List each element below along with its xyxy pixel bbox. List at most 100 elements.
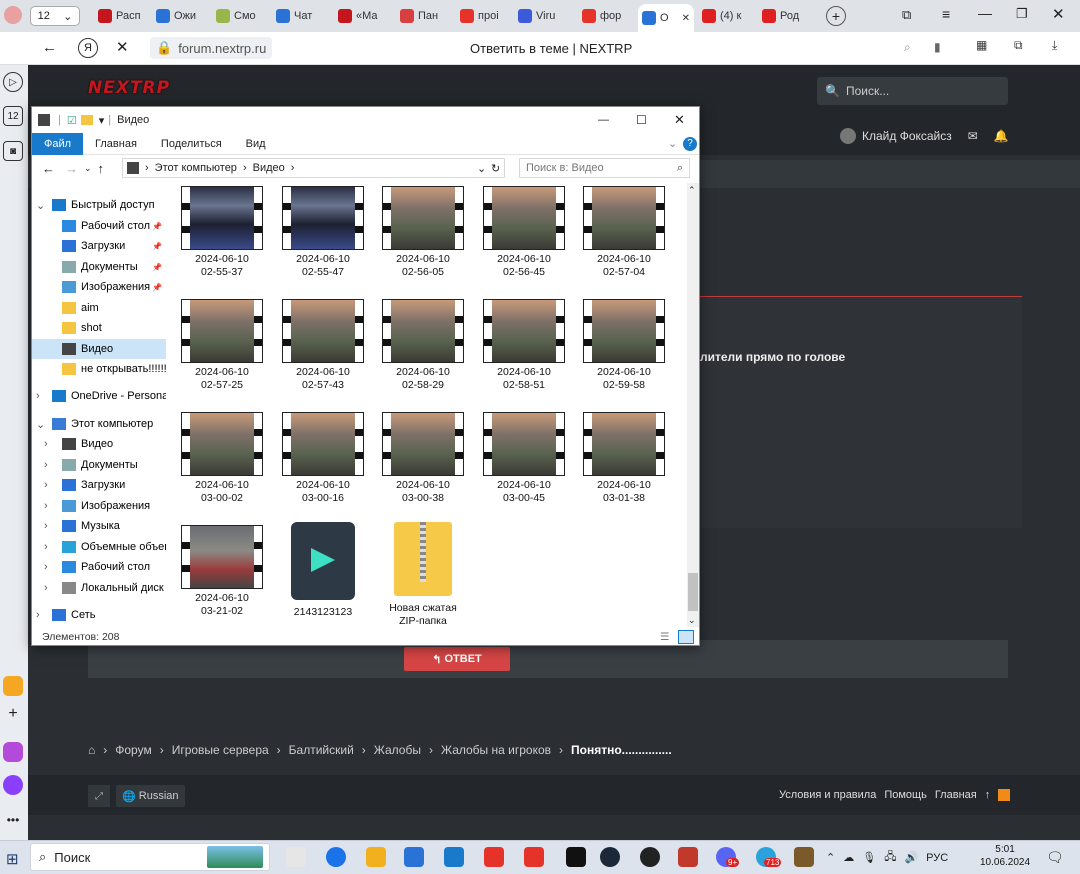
browser-tab[interactable]: Ожи	[152, 4, 204, 28]
steam-icon[interactable]	[600, 847, 620, 867]
camera-icon[interactable]: ◙	[3, 141, 23, 161]
ribbon-tab[interactable]: Вид	[234, 133, 278, 155]
mail-icon[interactable]: ✉	[968, 129, 978, 143]
more-icon[interactable]: •••	[3, 810, 23, 830]
chevron-right-icon[interactable]: ›	[44, 438, 48, 450]
obs-icon[interactable]	[640, 847, 660, 867]
yandex-icon[interactable]	[524, 847, 544, 867]
help-icon[interactable]: ?	[683, 136, 697, 151]
browser-tab[interactable]: Расп	[94, 4, 146, 28]
alice-icon[interactable]	[3, 775, 23, 795]
minimize-button[interactable]: —	[978, 5, 992, 21]
chevron-right-icon[interactable]: ›	[44, 500, 48, 512]
explorer-search-input[interactable]: Поиск в: Видео ⌕	[519, 158, 690, 178]
scroll-down-icon[interactable]: ⌄	[688, 615, 696, 626]
scroll-up-icon[interactable]: ⌃	[688, 185, 696, 196]
chevron-right-icon[interactable]: ›	[36, 390, 40, 402]
video-file[interactable]: 2024-06-10 02-56-05	[373, 186, 473, 279]
nav-item[interactable]: Изображения 📌	[32, 277, 166, 297]
download-icon[interactable]: ⤓	[1052, 38, 1057, 53]
bell-icon[interactable]: 🔔	[994, 129, 1009, 143]
chevron-down-icon[interactable]: ⌄	[36, 418, 45, 431]
nav-item[interactable]: Документы 📌	[32, 257, 166, 277]
language-indicator[interactable]: РУС	[926, 852, 948, 864]
tabs-counter-icon[interactable]: 12	[3, 106, 23, 126]
browser-tab[interactable]: фор	[578, 4, 630, 28]
chevron-right-icon[interactable]: ›	[44, 582, 48, 594]
nav-item[interactable]: › Объемные объекты	[32, 537, 166, 557]
home-icon[interactable]: ⌂	[88, 743, 95, 757]
collections-icon[interactable]: ⧉	[902, 7, 911, 23]
refresh-icon[interactable]: ↻	[491, 162, 500, 175]
chevron-down-icon[interactable]: ⌄	[36, 199, 45, 212]
nav-item[interactable]: › Изображения	[32, 496, 166, 516]
url-field[interactable]: 🔒 forum.nextrp.ru	[150, 37, 273, 59]
chevron-right-icon[interactable]: ›	[44, 459, 48, 471]
scroll-thumb[interactable]	[688, 573, 698, 611]
notifications-icon[interactable]: 🗨	[1046, 849, 1064, 866]
ribbon-tab[interactable]: Файл	[32, 132, 84, 155]
address-path[interactable]: › Этот компьютер › Видео › ⌄ ↻	[122, 158, 505, 178]
app-icon[interactable]	[566, 847, 586, 867]
cloud-icon[interactable]: ☁	[843, 851, 854, 864]
video-file[interactable]: 2024-06-10 02-55-47	[273, 186, 373, 279]
nav-item[interactable]: ⌄ Быстрый доступ	[32, 195, 166, 215]
view-icon[interactable]	[286, 847, 306, 867]
chevron-right-icon[interactable]: ›	[44, 541, 48, 553]
taskbar-search[interactable]: ⌕ Поиск	[30, 843, 270, 871]
network-icon[interactable]: 🖧	[884, 848, 896, 867]
up-arrow-icon[interactable]: ↑	[98, 161, 105, 176]
add-icon[interactable]: +	[3, 704, 23, 724]
stop-icon[interactable]: ✕	[116, 38, 129, 56]
mail-app-icon[interactable]	[3, 676, 23, 696]
browser-tab[interactable]: Род	[758, 4, 810, 28]
breadcrumb-item[interactable]: Балтийский	[289, 743, 354, 757]
breadcrumb-item[interactable]: Форум	[115, 743, 151, 757]
project-file[interactable]: 2143123123	[273, 522, 373, 619]
site-logo[interactable]: NEXTRP	[88, 78, 170, 98]
vertical-scrollbar[interactable]: ⌃ ⌄	[687, 183, 699, 627]
video-app-icon[interactable]	[678, 847, 698, 867]
nav-item[interactable]: › Видео	[32, 434, 166, 454]
breadcrumb-item[interactable]: Понятно...............	[571, 743, 672, 757]
restore-button[interactable]: ❐	[1016, 6, 1028, 22]
browser-tab[interactable]: Чат	[272, 4, 324, 28]
nav-item[interactable]: Рабочий стол 📌	[32, 216, 166, 236]
extensions-icon[interactable]: ⧉	[1014, 38, 1023, 53]
forward-arrow-icon[interactable]: →	[65, 161, 78, 176]
close-tab-icon[interactable]: ✕	[682, 13, 690, 24]
nav-item[interactable]: › Рабочий стол	[32, 557, 166, 577]
breadcrumb-item[interactable]: Жалобы на игроков	[441, 743, 551, 757]
fullscreen-icon[interactable]: ⤢	[88, 785, 110, 807]
profile-avatar[interactable]	[4, 6, 22, 24]
nav-item[interactable]: не открывать!!!!!!!!	[32, 359, 166, 379]
footer-link[interactable]: Помощь	[884, 789, 927, 801]
qr-icon[interactable]: ▦	[976, 38, 987, 52]
ribbon-tab[interactable]: Поделиться	[149, 133, 234, 155]
game-icon[interactable]	[794, 847, 814, 867]
video-file[interactable]: 2024-06-10 02-57-25	[172, 299, 272, 392]
video-file[interactable]: 2024-06-10 02-59-58	[574, 299, 674, 392]
maximize-button[interactable]: ☐	[636, 113, 647, 127]
nav-item[interactable]: ⌄ Этот компьютер	[32, 414, 166, 434]
new-tab-button[interactable]: +	[826, 6, 846, 26]
zip-folder[interactable]: Новая сжатая ZIP-папка	[373, 522, 473, 628]
video-file[interactable]: 2024-06-10 03-21-02	[172, 525, 272, 618]
path-segment-computer[interactable]: Этот компьютер	[155, 162, 237, 174]
play-icon[interactable]: ▷	[3, 72, 23, 92]
quick-access-dropdown-icon[interactable]: ▾	[99, 114, 105, 127]
file-explorer-icon[interactable]	[366, 847, 386, 867]
chevron-right-icon[interactable]: ›	[44, 520, 48, 532]
properties-icon[interactable]: ☑	[67, 114, 77, 127]
video-file[interactable]: 2024-06-10 03-00-45	[474, 412, 574, 505]
close-button[interactable]: ✕	[674, 112, 685, 128]
chevron-up-icon[interactable]: ⌃	[826, 851, 835, 864]
browser-tab[interactable]: (4) к	[698, 4, 750, 28]
browser-tab[interactable]: Viru	[514, 4, 566, 28]
app-icon[interactable]	[3, 742, 23, 762]
chevron-right-icon[interactable]: ›	[44, 479, 48, 491]
nav-item[interactable]: Загрузки 📌	[32, 236, 166, 256]
nav-item[interactable]: › Локальный диск (C:)	[32, 578, 166, 598]
windows-start-icon[interactable]: ⊞	[6, 850, 19, 868]
video-file[interactable]: 2024-06-10 02-56-45	[474, 186, 574, 279]
